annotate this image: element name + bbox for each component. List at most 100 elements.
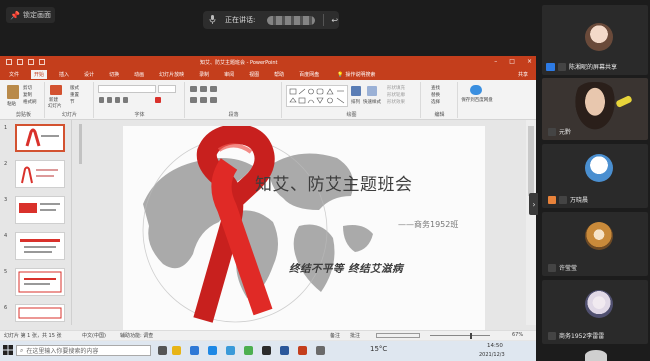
- replace-button[interactable]: 替换: [431, 92, 440, 98]
- align-left-icon[interactable]: [190, 97, 197, 103]
- lock-screen-button[interactable]: 📌 锁定画面: [6, 7, 55, 23]
- section-button[interactable]: 节: [70, 99, 75, 105]
- numbering-icon[interactable]: [200, 86, 207, 92]
- slide-thumbnail[interactable]: [15, 196, 65, 224]
- tab-insert[interactable]: 插入: [56, 70, 72, 79]
- task-view-icon[interactable]: [158, 346, 167, 355]
- close-icon[interactable]: ×: [527, 58, 532, 65]
- taskbar-app-icon[interactable]: [244, 346, 253, 355]
- align-center-icon[interactable]: [200, 97, 207, 103]
- tab-transitions[interactable]: 切换: [106, 70, 122, 79]
- view-buttons[interactable]: [376, 333, 420, 338]
- word-icon[interactable]: [280, 346, 289, 355]
- undo-icon[interactable]: [17, 59, 23, 65]
- powerpoint-icon[interactable]: [298, 346, 307, 355]
- slide-subtitle[interactable]: ——商务1952班: [398, 219, 458, 230]
- taskbar-app-icon[interactable]: [262, 346, 271, 355]
- participant-tile[interactable]: 许莹莹: [542, 212, 648, 276]
- arrange-label[interactable]: 排列: [351, 99, 360, 105]
- slide-title[interactable]: 知艾、防艾主题班会: [255, 170, 413, 195]
- tab-slideshow[interactable]: 幻灯片放映: [156, 70, 187, 79]
- tab-animations[interactable]: 动画: [131, 70, 147, 79]
- quick-styles-icon[interactable]: [367, 86, 377, 96]
- participant-tile[interactable]: 商务1952李雷雷: [542, 280, 648, 344]
- save-netdisk-label[interactable]: 保存到百度网盘: [461, 98, 493, 104]
- shapes-gallery[interactable]: [286, 85, 348, 107]
- reset-button[interactable]: 重置: [70, 92, 79, 98]
- new-slide-label-2[interactable]: 幻灯片: [48, 103, 62, 109]
- new-slide-icon[interactable]: [50, 85, 62, 95]
- shape-outline-button[interactable]: 形状轮廓: [387, 92, 405, 98]
- weather-temp[interactable]: 15°C: [370, 345, 387, 353]
- tab-file[interactable]: 文件: [6, 70, 22, 79]
- current-slide[interactable]: 知艾、防艾主题班会 ——商务1952班 终结不平等 终结艾滋病: [123, 126, 485, 330]
- tab-help[interactable]: 帮助: [271, 70, 287, 79]
- slide-slogan[interactable]: 终结不平等 终结艾滋病: [289, 261, 403, 276]
- arrange-icon[interactable]: [351, 86, 361, 96]
- participant-tile[interactable]: 万晓晨: [542, 144, 648, 208]
- select-button[interactable]: 选择: [431, 99, 440, 105]
- slide-thumbnail[interactable]: [15, 160, 65, 188]
- italic-icon[interactable]: [107, 97, 112, 103]
- editor-scrollbar[interactable]: [526, 120, 536, 325]
- paste-icon[interactable]: [7, 85, 19, 99]
- zoom-level[interactable]: 67%: [512, 332, 523, 338]
- redo-icon[interactable]: [28, 59, 34, 65]
- minimize-icon[interactable]: –: [494, 58, 497, 65]
- participant-tile[interactable]: 元黔: [542, 78, 648, 140]
- cloud-icon[interactable]: [470, 85, 482, 95]
- edge-icon[interactable]: [190, 346, 199, 355]
- slide-thumbnail[interactable]: [15, 304, 65, 322]
- font-color-icon[interactable]: [155, 97, 161, 103]
- font-size-box[interactable]: [158, 85, 176, 93]
- back-arrow-icon[interactable]: ↩: [331, 16, 338, 25]
- find-button[interactable]: 查找: [431, 85, 440, 91]
- taskbar-app-icon[interactable]: [208, 346, 217, 355]
- slide-thumbnail[interactable]: [15, 268, 65, 296]
- share-button[interactable]: 共享: [518, 71, 528, 78]
- tab-design[interactable]: 设计: [81, 70, 97, 79]
- tell-me-search[interactable]: 💡 操作说明搜索: [337, 71, 375, 79]
- tab-home[interactable]: 开始: [31, 70, 48, 79]
- start-show-icon[interactable]: [39, 59, 45, 65]
- strikethrough-icon[interactable]: [123, 97, 128, 103]
- clock-time[interactable]: 14:50: [487, 343, 503, 349]
- shape-effects-button[interactable]: 形状效果: [387, 99, 405, 105]
- save-icon[interactable]: [6, 59, 12, 65]
- taskbar-search-box[interactable]: ⌕ 在这里输入你要搜索的内容: [16, 345, 151, 356]
- language-indicator[interactable]: 中文(中国): [82, 332, 106, 339]
- tab-review[interactable]: 审阅: [221, 70, 237, 79]
- underline-icon[interactable]: [115, 97, 120, 103]
- comments-button[interactable]: 批注: [350, 332, 360, 339]
- accessibility-status[interactable]: 辅助功能: 调查: [120, 332, 153, 339]
- align-right-icon[interactable]: [210, 97, 217, 103]
- taskbar-app-icon[interactable]: [226, 346, 235, 355]
- taskbar-app-icon[interactable]: [316, 346, 325, 355]
- tab-record[interactable]: 录制: [196, 70, 212, 79]
- clock-date[interactable]: 2021/12/3: [479, 352, 505, 358]
- clipboard-group: 粘贴 剪切 复制 格式刷 剪贴板: [3, 82, 45, 118]
- decrease-indent-icon[interactable]: [210, 86, 217, 92]
- maximize-icon[interactable]: □: [509, 58, 515, 65]
- zoom-slider[interactable]: [430, 335, 490, 336]
- quick-styles-label[interactable]: 快速样式: [363, 99, 381, 105]
- cut-button[interactable]: 剪切: [23, 85, 32, 91]
- participant-tile[interactable]: 陈湘昵的屏幕共享: [542, 5, 648, 75]
- slide-thumbnail[interactable]: [15, 124, 65, 152]
- layout-button[interactable]: 版式: [70, 85, 79, 91]
- paste-label[interactable]: 粘贴: [7, 101, 16, 107]
- font-name-box[interactable]: [98, 85, 156, 93]
- shape-fill-button[interactable]: 形状填充: [387, 85, 405, 91]
- bullets-icon[interactable]: [190, 86, 197, 92]
- bold-icon[interactable]: [99, 97, 104, 103]
- format-painter-button[interactable]: 格式刷: [23, 99, 37, 105]
- thumbnail-scrollbar[interactable]: [78, 120, 83, 325]
- tab-baidu-netdisk[interactable]: 百度网盘: [296, 70, 322, 79]
- notes-button[interactable]: 备注: [330, 332, 340, 339]
- zoom-slider-thumb[interactable]: [470, 333, 472, 339]
- tab-view[interactable]: 视图: [246, 70, 262, 79]
- slide-thumbnail[interactable]: [15, 232, 65, 260]
- copy-button[interactable]: 复制: [23, 92, 32, 98]
- windows-start-icon[interactable]: [3, 345, 13, 355]
- file-explorer-icon[interactable]: [172, 346, 181, 355]
